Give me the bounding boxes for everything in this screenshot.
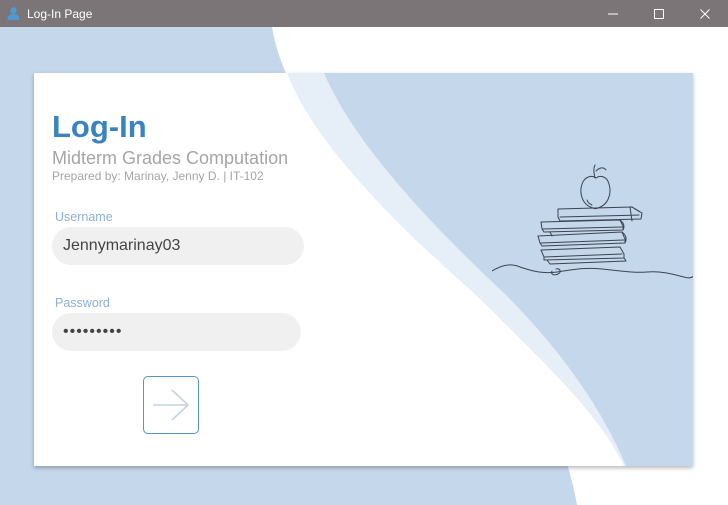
login-button[interactable] xyxy=(143,376,199,434)
close-button[interactable] xyxy=(682,0,728,27)
caption-buttons xyxy=(590,0,728,27)
page-subtitle: Midterm Grades Computation xyxy=(52,148,289,168)
maximize-icon xyxy=(654,8,664,19)
page-title: Log-In xyxy=(52,109,147,144)
arrow-right-icon xyxy=(153,389,190,421)
password-input[interactable] xyxy=(52,313,301,351)
books-illustration xyxy=(492,164,693,279)
minimize-button[interactable] xyxy=(590,0,636,27)
password-label: Password xyxy=(55,296,110,310)
minimize-icon xyxy=(608,13,618,14)
maximize-button[interactable] xyxy=(636,0,682,27)
title-bar[interactable]: Log-In Page xyxy=(0,0,728,27)
login-card: Log-In Midterm Grades Computation Prepar… xyxy=(34,73,693,466)
window-title: Log-In Page xyxy=(27,6,93,21)
username-input[interactable] xyxy=(52,227,304,265)
credits-text: Prepared by: Marinay, Jenny D. | IT-102 xyxy=(52,169,264,183)
close-icon xyxy=(700,8,710,19)
user-icon xyxy=(5,6,21,22)
username-label: Username xyxy=(55,210,113,224)
login-window: Log-In Page Log-In Midterm Grades Comput… xyxy=(0,0,728,505)
